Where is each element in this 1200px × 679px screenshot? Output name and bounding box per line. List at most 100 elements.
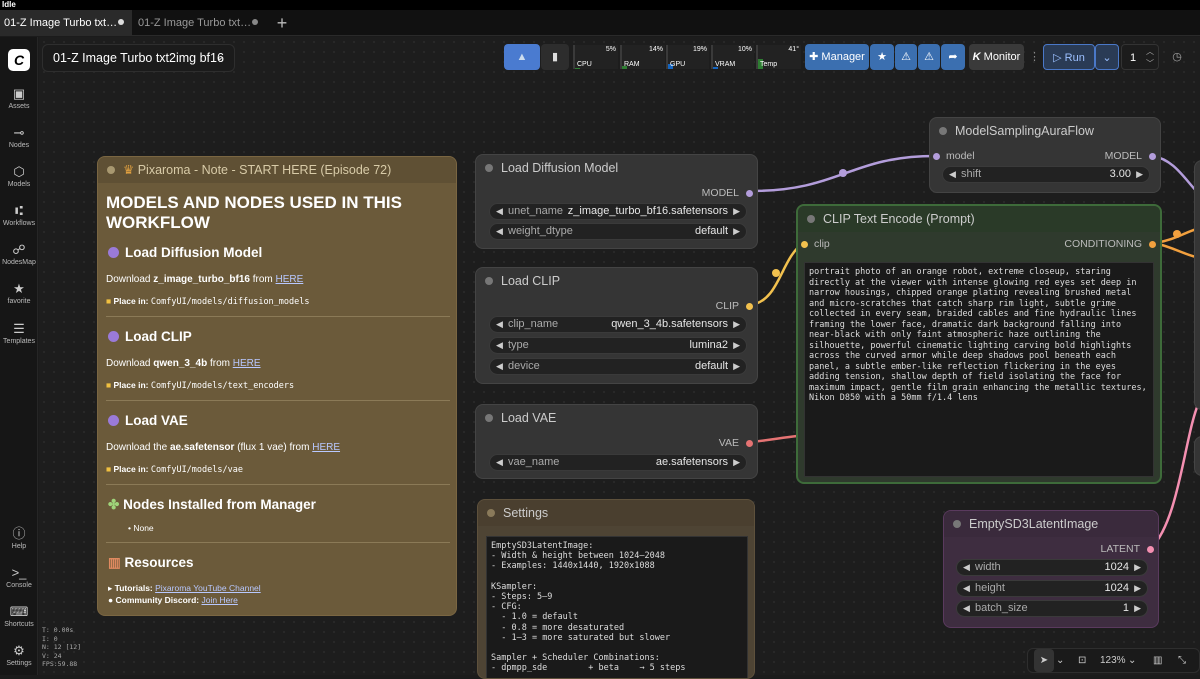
collapse-dot-icon[interactable] (107, 166, 115, 174)
batch-count-input[interactable]: 1 ︿ ﹀ (1121, 44, 1159, 70)
pixaroma-logo-button[interactable]: ▲ (504, 44, 540, 70)
unet-name-widget[interactable]: ◀ unet_name z_image_turbo_bf16.safetensors… (489, 203, 747, 220)
arrow-left-icon[interactable]: ◀ (949, 167, 956, 182)
vae-name-widget[interactable]: ◀ vae_name ae.safetensors ▶ (489, 454, 747, 471)
download-link[interactable]: HERE (233, 358, 261, 369)
output-slot[interactable] (746, 190, 753, 197)
output-slot[interactable] (1149, 241, 1156, 248)
collapse-dot-icon[interactable] (485, 277, 493, 285)
load-vae-node[interactable]: Load VAE VAE ◀ vae_name ae.safetensors ▶ (475, 404, 758, 479)
collapse-dot-icon[interactable] (953, 520, 961, 528)
collapse-dot-icon[interactable] (807, 215, 815, 223)
collapse-dot-icon[interactable] (487, 509, 495, 517)
widget-label: batch_size (975, 602, 1028, 614)
arrow-right-icon[interactable]: ▶ (1134, 601, 1141, 616)
node-header[interactable]: ♛ Pixaroma - Note - START HERE (Episode … (98, 157, 456, 183)
arrow-right-icon[interactable]: ▶ (1134, 581, 1141, 596)
arrow-right-icon[interactable]: ▶ (1136, 167, 1143, 182)
settings-note-node[interactable]: Settings EmptySD3LatentImage: - Width & … (477, 499, 755, 679)
meter-value: 14% (648, 46, 663, 53)
stepper-down-icon[interactable]: ﹀ (1146, 51, 1154, 77)
settings-textarea[interactable]: EmptySD3LatentImage: - Width & height be… (486, 536, 748, 678)
node-header[interactable]: Load CLIP (476, 268, 757, 294)
tool-button-2[interactable]: ⚠ (918, 44, 940, 70)
model-sampling-auraflow-node[interactable]: ModelSamplingAuraFlow model MODEL ◀ shift… (929, 117, 1161, 193)
node-header[interactable]: ModelSamplingAuraFlow (930, 118, 1160, 144)
chevron-down-icon[interactable]: ⌄ (1128, 649, 1136, 672)
height-widget[interactable]: ◀ height 1024 ▶ (956, 580, 1148, 597)
output-slot[interactable] (746, 303, 753, 310)
history-button[interactable]: ◷ (1166, 44, 1188, 70)
run-options-button[interactable]: ⌄ (1095, 44, 1119, 70)
output-slot[interactable] (1149, 153, 1156, 160)
load-diffusion-model-node[interactable]: Load Diffusion Model MODEL ◀ unet_name z_i… (475, 154, 758, 249)
empty-sd3-latent-image-node[interactable]: EmptySD3LatentImage LATENT ◀ width 1024 ▶ ◀… (943, 510, 1159, 628)
arrow-right-icon[interactable]: ▶ (1134, 560, 1141, 575)
share-icon: ➦ (948, 51, 958, 63)
arrow-left-icon[interactable]: ◀ (496, 204, 503, 219)
output-slot[interactable] (1147, 546, 1154, 553)
prompt-textarea[interactable]: portrait photo of an orange robot, extre… (804, 262, 1154, 477)
arrow-right-icon[interactable]: ▶ (733, 455, 740, 470)
arrow-right-icon[interactable]: ▶ (733, 338, 740, 353)
monitor-button[interactable]: K Monitor (969, 44, 1024, 70)
collapse-dot-icon[interactable] (939, 127, 947, 135)
arrow-right-icon[interactable]: ▶ (733, 224, 740, 239)
arrow-right-icon[interactable]: ▶ (733, 359, 740, 374)
node-header[interactable]: Load Diffusion Model (476, 155, 757, 181)
zoom-level[interactable]: 123% (1100, 649, 1126, 672)
arrow-left-icon[interactable]: ◀ (963, 581, 970, 596)
output-slot[interactable] (746, 440, 753, 447)
youtube-link[interactable]: Pixaroma YouTube Channel (155, 583, 261, 593)
arrow-right-icon[interactable]: ▶ (733, 317, 740, 332)
batch-size-widget[interactable]: ◀ batch_size 1 ▶ (956, 600, 1148, 617)
share-button[interactable]: ➦ (941, 44, 965, 70)
input-slot[interactable] (801, 241, 808, 248)
manager-label: Manager (821, 51, 865, 63)
download-link[interactable]: HERE (276, 274, 304, 285)
arrow-right-icon[interactable]: ▶ (733, 204, 740, 219)
arrow-left-icon[interactable]: ◀ (496, 455, 503, 470)
weight-dtype-widget[interactable]: ◀ weight_dtype default ▶ (489, 223, 747, 240)
node-header[interactable]: Settings (478, 500, 754, 526)
link-visibility-icon[interactable]: ⤡ (1178, 649, 1186, 672)
node-header[interactable]: EmptySD3LatentImage (944, 511, 1158, 537)
discord-link[interactable]: Join Here (201, 595, 237, 605)
arrow-left-icon[interactable]: ◀ (963, 601, 970, 616)
bookmark-button[interactable]: ▮ (541, 44, 569, 70)
cpu-meter: 5% CPU (573, 45, 618, 69)
workflow-title-dropdown[interactable]: 01-Z Image Turbo txt2img bf16 ⌄ (42, 44, 235, 72)
device-widget[interactable]: ◀ device default ▶ (489, 358, 747, 375)
run-button[interactable]: ▷ Run (1043, 44, 1095, 70)
offscreen-node[interactable] (1194, 160, 1200, 410)
arrow-left-icon[interactable]: ◀ (496, 359, 503, 374)
divider (106, 542, 450, 543)
node-header[interactable]: CLIP Text Encode (Prompt) (798, 206, 1160, 232)
meter-label: RAM (624, 61, 640, 68)
input-slot[interactable] (933, 153, 940, 160)
fit-view-icon[interactable]: ⊡ (1078, 649, 1086, 672)
collapse-dot-icon[interactable] (485, 414, 493, 422)
favorite-button[interactable]: ★ (870, 44, 894, 70)
arrow-left-icon[interactable]: ◀ (496, 338, 503, 353)
arrow-left-icon[interactable]: ◀ (496, 224, 503, 239)
arrow-left-icon[interactable]: ◀ (963, 560, 970, 575)
tool-button-1[interactable]: ⚠ (895, 44, 917, 70)
node-header[interactable]: Load VAE (476, 405, 757, 431)
offscreen-node-2[interactable] (1194, 436, 1200, 476)
manager-button[interactable]: ✚ Manager (805, 44, 869, 70)
arrow-left-icon[interactable]: ◀ (496, 317, 503, 332)
download-link[interactable]: HERE (312, 442, 340, 453)
type-widget[interactable]: ◀ type lumina2 ▶ (489, 337, 747, 354)
note-node[interactable]: ♛ Pixaroma - Note - START HERE (Episode … (97, 156, 457, 616)
chevron-down-icon[interactable]: ⌄ (1056, 649, 1064, 672)
drag-handle[interactable]: ⋮⋮ (1029, 44, 1051, 70)
minimap-icon[interactable]: ▥ (1153, 649, 1162, 672)
clip-name-widget[interactable]: ◀ clip_name qwen_3_4b.safetensors ▶ (489, 316, 747, 333)
width-widget[interactable]: ◀ width 1024 ▶ (956, 559, 1148, 576)
clip-text-encode-node[interactable]: CLIP Text Encode (Prompt) clip CONDITION… (796, 204, 1162, 484)
shift-widget[interactable]: ◀ shift 3.00 ▶ (942, 166, 1150, 183)
load-clip-node[interactable]: Load CLIP CLIP ◀ clip_name qwen_3_4b.safet… (475, 267, 758, 384)
collapse-dot-icon[interactable] (485, 164, 493, 172)
pointer-tool-icon[interactable]: ➤ (1034, 649, 1054, 672)
